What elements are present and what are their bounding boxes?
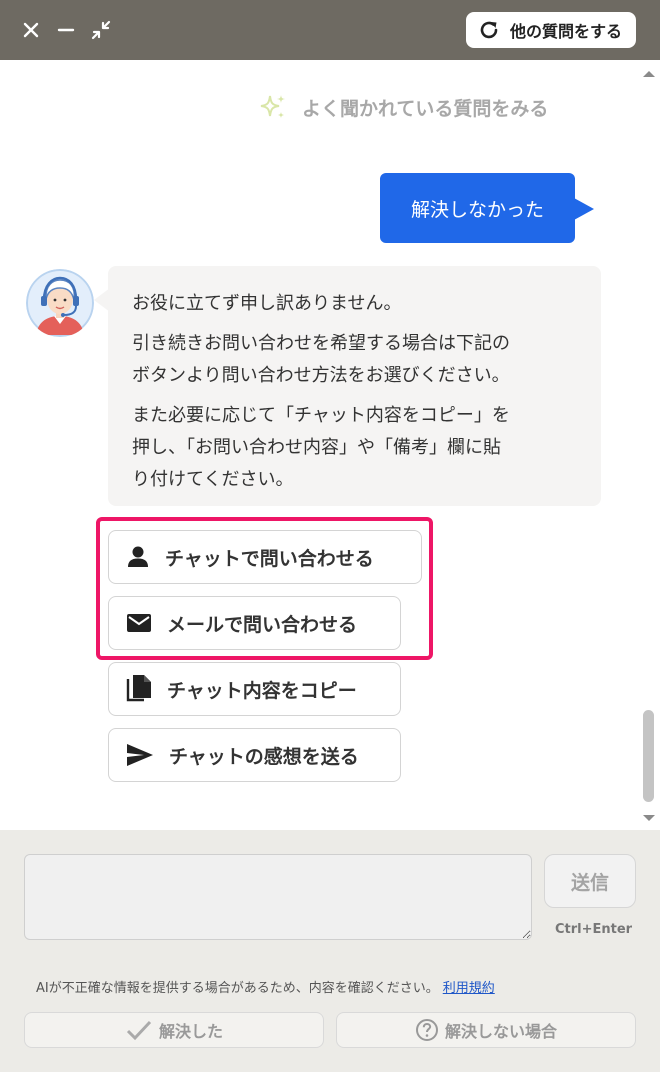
refresh-icon [480,21,498,39]
send-icon [127,744,153,766]
chat-inquiry-label: チャットで問い合わせる [165,547,374,570]
other-question-label: 他の質問をする [509,22,622,41]
chat-window: 他の質問をする よく聞かれている質問をみる 解決しなかった お役に立てず申し訳あ… [0,0,660,1072]
person-icon [128,546,148,567]
copy-chat-label: チャット内容をコピー [167,679,357,702]
resolved-button[interactable]: 解決した [24,1012,324,1048]
chat-scrollbar[interactable] [638,60,660,830]
resolved-label: 解決した [158,1022,223,1041]
bot-avatar [26,269,94,337]
send-shortcut-hint: Ctrl+Enter [555,922,633,937]
send-feedback-label: チャットの感想を送る [169,745,359,768]
user-bubble-tail [574,198,594,220]
copy-chat-button[interactable]: チャット内容をコピー [108,662,401,716]
user-message-bubble: 解決しなかった [380,173,575,243]
terms-link[interactable]: 利用規約 [443,981,495,996]
collapse-button[interactable] [86,14,116,46]
title-bar: 他の質問をする [0,0,660,60]
faq-link[interactable]: よく聞かれている質問をみる [258,92,548,122]
bot-message-p2: 引き続きお問い合わせを希望する場合は下記の ボタンより問い合わせ方法をお選びくださ… [132,333,510,386]
copy-icon [126,675,151,702]
mail-inquiry-label: メールで問い合わせる [167,613,358,636]
scroll-down-icon[interactable] [638,810,660,826]
scroll-thumb[interactable] [643,710,654,802]
send-feedback-button[interactable]: チャットの感想を送る [108,728,401,782]
bot-message-bubble: お役に立てず申し訳ありません。 引き続きお問い合わせを希望する場合は下記の ボタン… [108,266,601,506]
bot-message-p1: お役に立てず申し訳ありません。 [132,293,402,314]
not-resolved-label: 解決しない場合 [444,1022,557,1041]
bot-message-p3: また必要に応じて「チャット内容をコピー」を 押し、「お問い合わせ内容」や「備考」欄… [132,405,510,490]
mail-icon [127,614,151,632]
scroll-up-icon[interactable] [638,66,660,82]
send-button-label: 送信 [570,871,609,894]
check-icon [126,1020,152,1041]
footer: 送信 Ctrl+Enter AIが不正確な情報を提供する場合があるため、内容を確… [0,830,660,1072]
message-input[interactable] [24,854,532,940]
ai-disclaimer: AIが不正確な情報を提供する場合があるため、内容を確認ください。 利用規約 [36,977,495,996]
collapse-icon [91,20,111,40]
not-resolved-button[interactable]: 解決しない場合 [336,1012,636,1048]
sparkle-icon [260,95,285,118]
operator-avatar-icon [26,269,94,337]
faq-link-label: よく聞かれている質問をみる [302,97,549,120]
chat-inquiry-button[interactable]: チャットで問い合わせる [108,530,422,584]
send-button[interactable]: 送信 [544,854,636,908]
close-icon [23,22,39,38]
close-button[interactable] [16,14,46,46]
minimize-icon [57,28,75,32]
user-message-text: 解決しなかった [410,198,544,221]
disclaimer-text: AIが不正確な情報を提供する場合があるため、内容を確認ください。 [36,981,439,996]
minimize-button[interactable] [51,14,81,46]
mail-inquiry-button[interactable]: メールで問い合わせる [108,596,401,650]
help-circle-icon [415,1019,438,1041]
other-question-button[interactable]: 他の質問をする [465,12,636,48]
